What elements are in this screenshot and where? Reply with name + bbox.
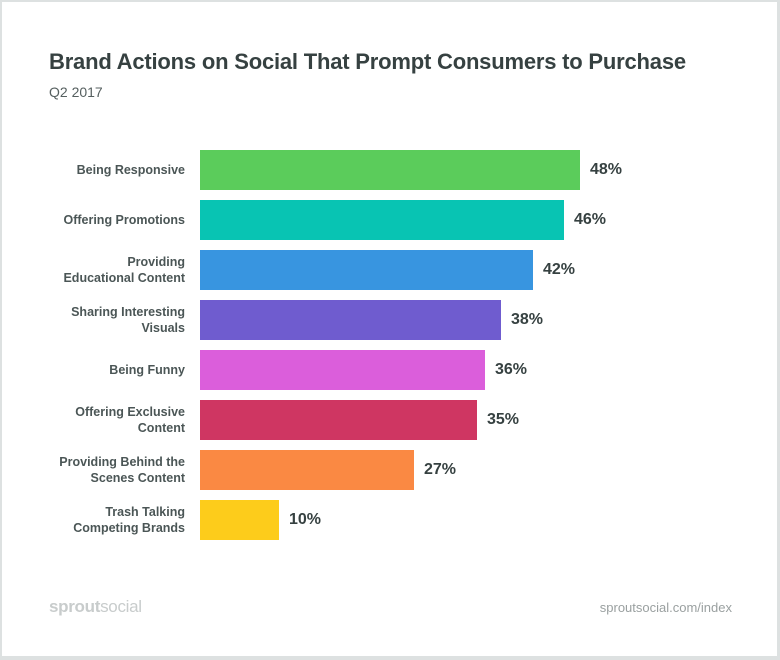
category-label: Providing Behind the Scenes Content	[0, 454, 185, 486]
value-label: 42%	[543, 261, 576, 278]
value-label: 38%	[511, 311, 544, 328]
value-label: 35%	[487, 411, 520, 428]
category-label-line: Trash Talking	[105, 505, 185, 519]
bar	[200, 400, 477, 440]
category-label-line: Providing Behind the	[59, 455, 185, 469]
category-label-line: Offering Promotions	[63, 213, 185, 227]
value-label: 36%	[495, 361, 528, 378]
category-label: Sharing Interesting Visuals	[0, 304, 185, 336]
bar	[200, 150, 580, 190]
bar-chart: Being Responsive 48% Offering Promotions 46…	[0, 0, 780, 660]
category-label-line: Being Responsive	[76, 163, 185, 177]
bar	[200, 500, 279, 540]
sprout-social-logo: sproutsocial	[49, 597, 142, 617]
category-label-line: Visuals	[141, 321, 185, 335]
source-link: sproutsocial.com/index	[599, 600, 732, 615]
bar	[200, 250, 533, 290]
category-label: Offering Exclusive Content	[0, 404, 185, 436]
value-label: 10%	[289, 511, 322, 528]
bar	[200, 200, 564, 240]
category-label-line: Offering Exclusive	[75, 405, 185, 419]
category-label-line: Sharing Interesting	[71, 305, 185, 319]
category-label-line: Content	[137, 421, 185, 435]
logo-light: social	[100, 597, 142, 616]
category-label: Offering Promotions	[0, 212, 185, 228]
category-label-line: Scenes Content	[90, 471, 185, 485]
bar	[200, 300, 501, 340]
category-label-line: Being Funny	[109, 363, 185, 377]
category-label: Being Funny	[0, 362, 185, 378]
category-label-line: Educational Content	[63, 271, 185, 285]
category-label: Trash Talking Competing Brands	[0, 504, 185, 536]
logo-bold: sprout	[49, 597, 101, 616]
category-label-line: Providing	[127, 255, 185, 269]
value-label: 27%	[424, 461, 457, 478]
bar	[200, 450, 414, 490]
category-label: Providing Educational Content	[0, 254, 185, 286]
value-label: 46%	[574, 211, 607, 228]
bar	[200, 350, 485, 390]
value-label: 48%	[590, 161, 623, 178]
category-label-line: Competing Brands	[73, 521, 185, 535]
category-label: Being Responsive	[0, 162, 185, 178]
